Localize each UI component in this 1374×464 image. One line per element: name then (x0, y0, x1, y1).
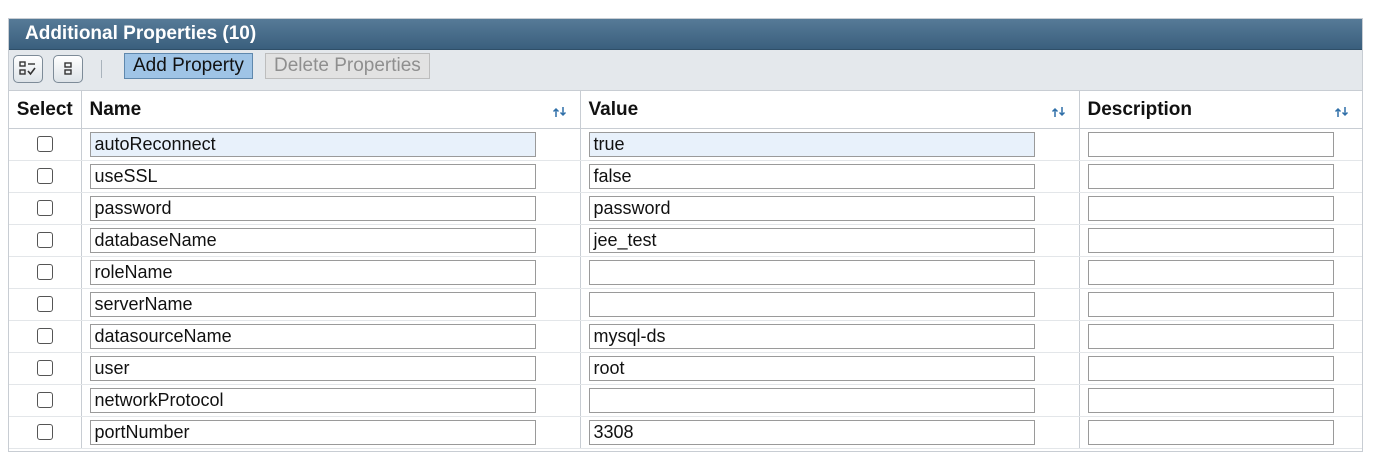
property-description-input[interactable] (1087, 292, 1334, 317)
panel-title: Additional Properties (10) (9, 19, 1362, 50)
row-select-checkbox[interactable] (36, 296, 53, 313)
table-row: password password (9, 192, 1362, 225)
column-header-description[interactable]: Description (1079, 91, 1362, 129)
row-select-checkbox[interactable] (36, 264, 53, 281)
property-description-input[interactable] (1087, 356, 1334, 381)
property-value-input[interactable]: 3308 (588, 420, 1035, 445)
property-value-input[interactable]: true (588, 132, 1035, 157)
table-header-row: Select Name Value Description (9, 91, 1362, 129)
row-select-checkbox[interactable] (36, 392, 53, 409)
property-name-input[interactable]: password (89, 196, 536, 221)
property-name-input[interactable]: databaseName (89, 228, 536, 253)
additional-properties-panel: Additional Properties (10) Add Property … (8, 18, 1363, 452)
property-description-input[interactable] (1087, 132, 1334, 157)
toolbar: Add Property Delete Properties (9, 50, 1362, 91)
property-name-input[interactable]: datasourceName (89, 324, 536, 349)
row-select-checkbox[interactable] (36, 424, 53, 441)
sort-icon[interactable] (552, 106, 568, 118)
table-row: user root (9, 352, 1362, 385)
row-select-checkbox[interactable] (36, 168, 53, 185)
property-value-input[interactable]: password (588, 196, 1035, 221)
property-name-input[interactable]: portNumber (89, 420, 536, 445)
property-name-input[interactable]: autoReconnect (89, 132, 536, 157)
table-row: networkProtocol (9, 384, 1362, 417)
deselect-all-icon[interactable] (53, 55, 83, 83)
property-description-input[interactable] (1087, 164, 1334, 189)
toolbar-separator (101, 60, 102, 78)
table-row: autoReconnect true (9, 128, 1362, 161)
sort-icon[interactable] (1334, 106, 1350, 118)
property-value-input[interactable] (588, 260, 1035, 285)
row-select-checkbox[interactable] (36, 136, 53, 153)
property-description-input[interactable] (1087, 196, 1334, 221)
property-name-input[interactable]: user (89, 356, 536, 381)
property-value-input[interactable] (588, 388, 1035, 413)
property-description-input[interactable] (1087, 228, 1334, 253)
column-header-select: Select (9, 91, 82, 129)
property-description-input[interactable] (1087, 324, 1334, 349)
row-select-checkbox[interactable] (36, 200, 53, 217)
table-row: portNumber 3308 (9, 416, 1362, 449)
property-name-input[interactable]: useSSL (89, 164, 536, 189)
property-name-input[interactable]: networkProtocol (89, 388, 536, 413)
property-value-input[interactable] (588, 292, 1035, 317)
delete-properties-button[interactable]: Delete Properties (265, 53, 430, 79)
add-property-button[interactable]: Add Property (124, 53, 253, 79)
property-value-input[interactable]: mysql-ds (588, 324, 1035, 349)
select-all-icon[interactable] (13, 55, 43, 83)
column-header-value[interactable]: Value (580, 91, 1080, 129)
property-description-input[interactable] (1087, 260, 1334, 285)
property-value-input[interactable]: jee_test (588, 228, 1035, 253)
property-name-input[interactable]: serverName (89, 292, 536, 317)
property-name-input[interactable]: roleName (89, 260, 536, 285)
table-row: serverName (9, 288, 1362, 321)
column-header-value-label: Value (588, 98, 639, 120)
property-value-input[interactable]: root (588, 356, 1035, 381)
property-description-input[interactable] (1087, 388, 1334, 413)
row-select-checkbox[interactable] (36, 360, 53, 377)
property-value-input[interactable]: false (588, 164, 1035, 189)
property-description-input[interactable] (1087, 420, 1334, 445)
row-select-checkbox[interactable] (36, 328, 53, 345)
column-header-name-label: Name (89, 98, 142, 120)
table-row: roleName (9, 256, 1362, 289)
column-header-name[interactable]: Name (81, 91, 581, 129)
column-header-description-label: Description (1087, 98, 1193, 120)
table-row: useSSL false (9, 160, 1362, 193)
sort-icon[interactable] (1051, 106, 1067, 118)
table-row: datasourceName mysql-ds (9, 320, 1362, 353)
table-row: databaseName jee_test (9, 224, 1362, 257)
properties-table: Select Name Value Description autoReconn… (9, 91, 1362, 449)
row-select-checkbox[interactable] (36, 232, 53, 249)
